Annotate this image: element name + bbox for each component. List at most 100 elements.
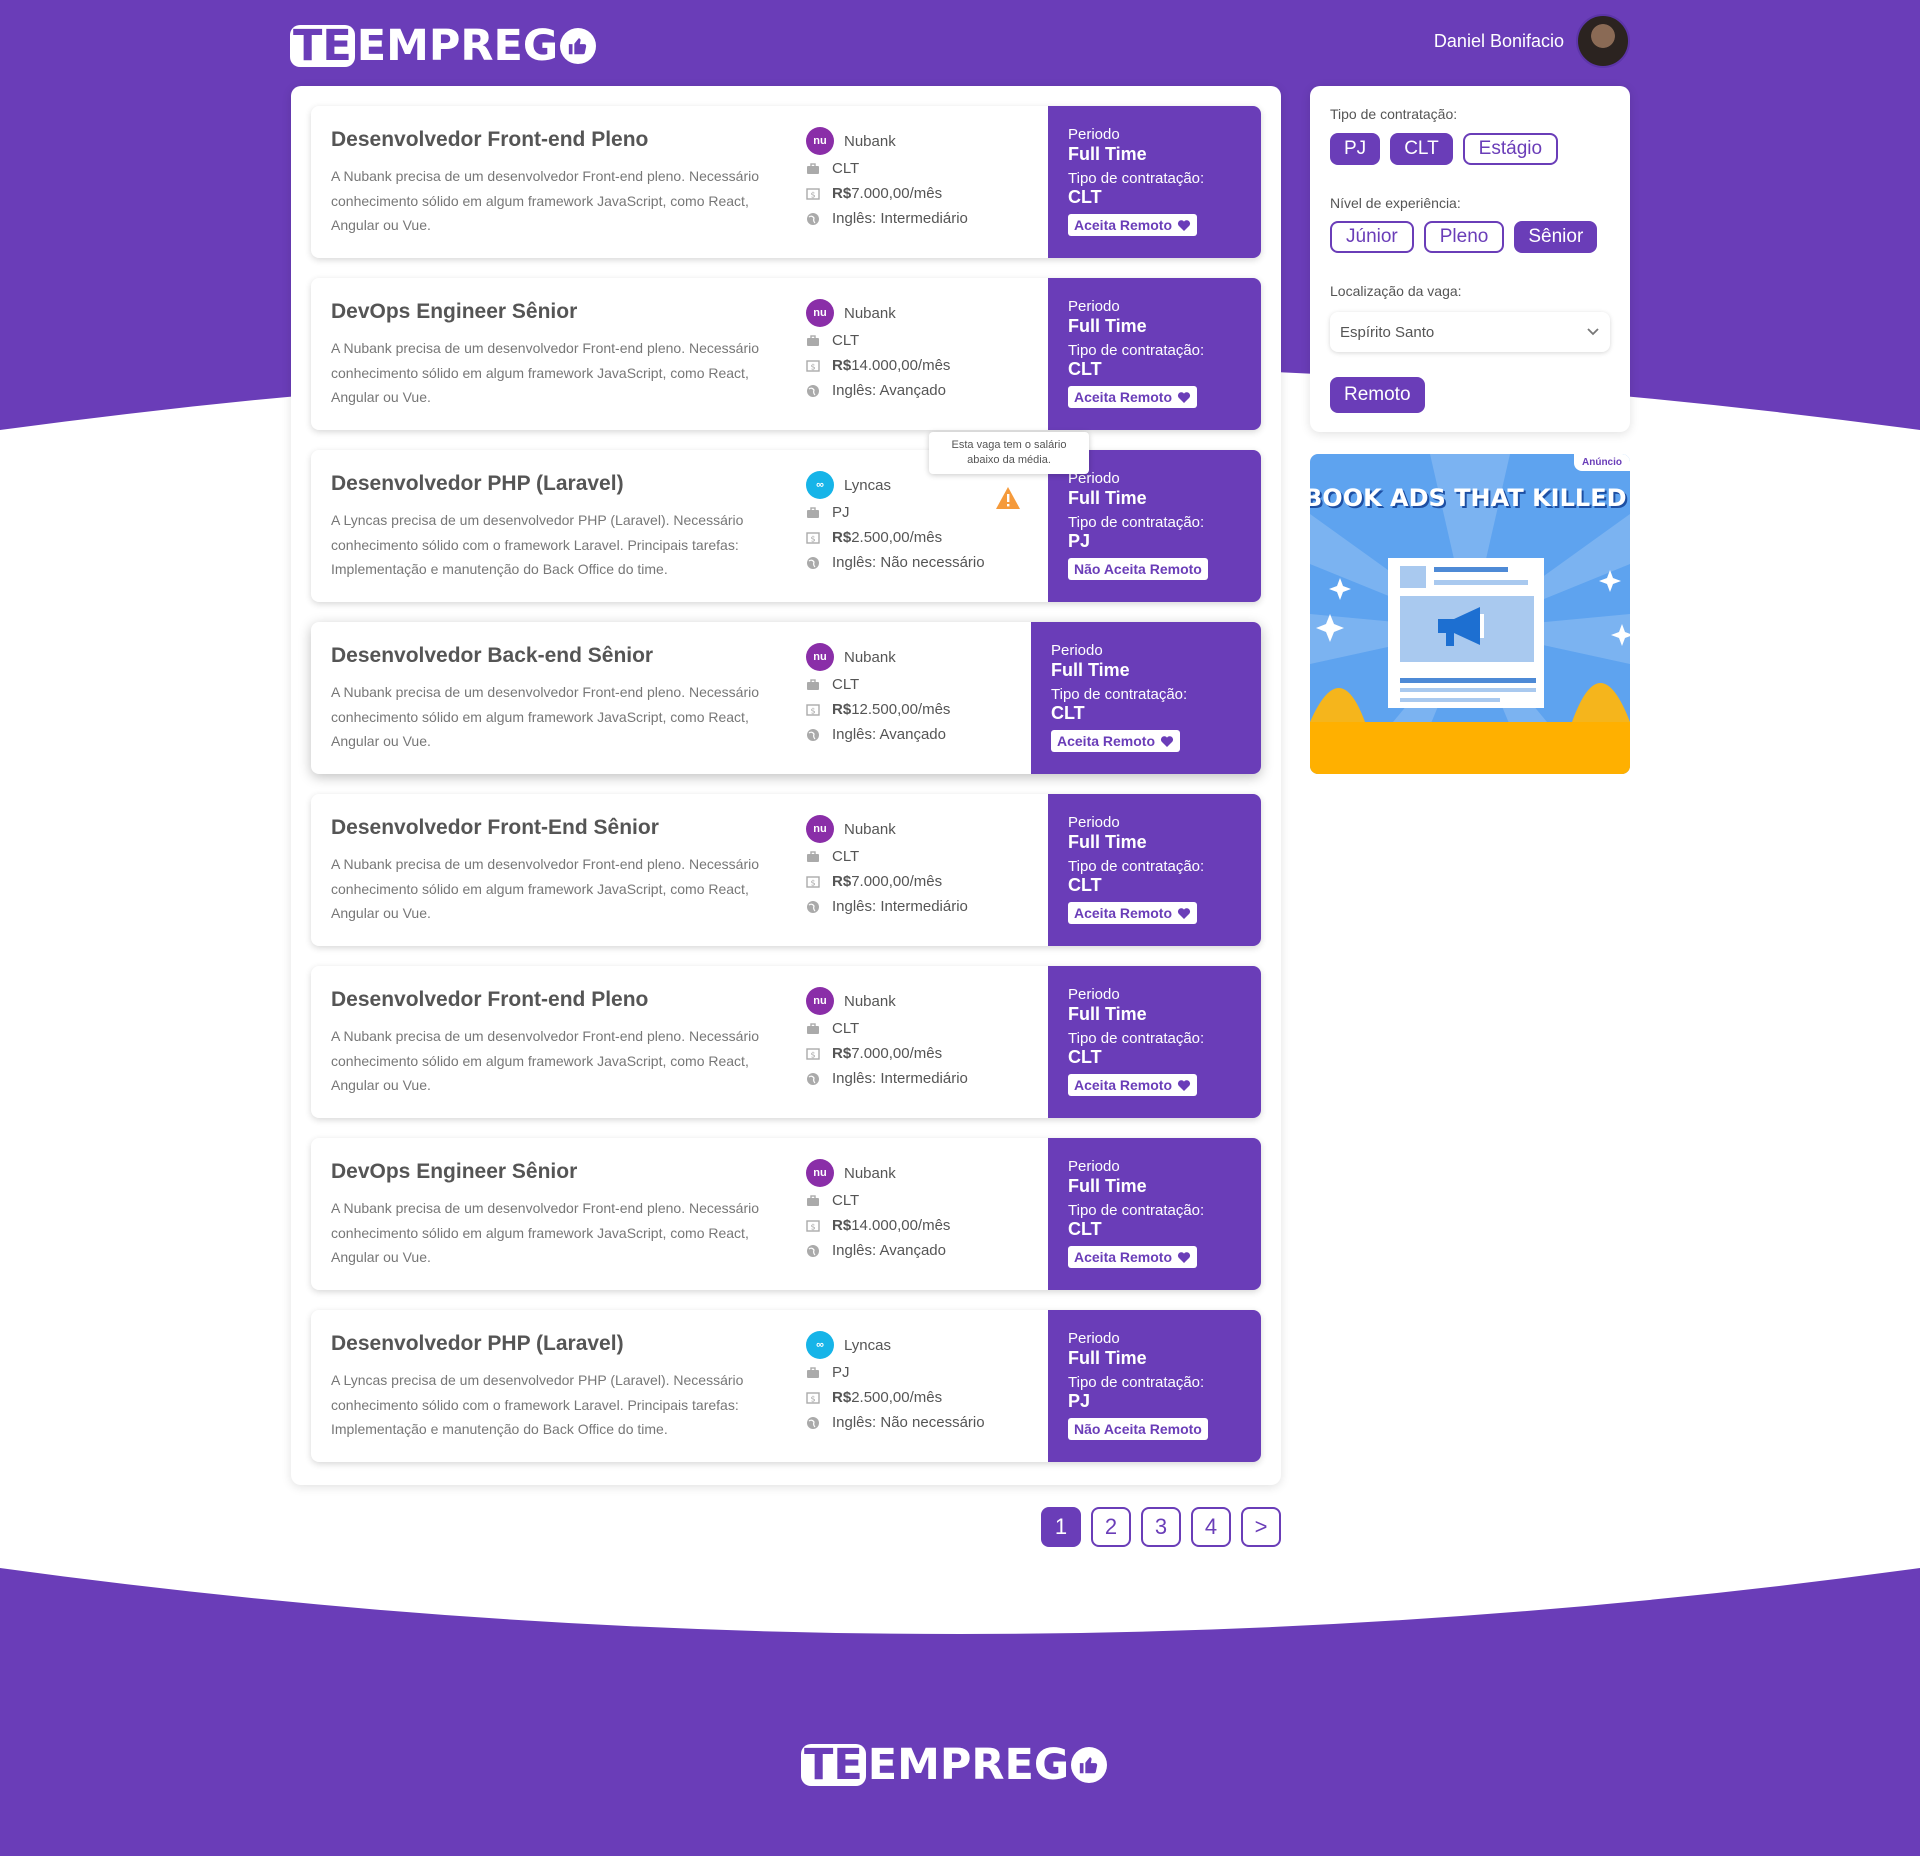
period-value: Full Time	[1051, 660, 1130, 680]
company-name: Nubank	[844, 992, 896, 1010]
english-level-value: Inglês: Não necessário	[832, 1414, 985, 1431]
job-card[interactable]: Desenvolvedor PHP (Laravel) A Lyncas prec…	[311, 1310, 1261, 1462]
contract-type: PJ	[806, 1360, 1056, 1385]
job-card[interactable]: DevOps Engineer Sênior A Nubank precisa d…	[311, 1138, 1261, 1290]
job-card[interactable]: Desenvolvedor Front-End Sênior A Nubank p…	[311, 794, 1261, 946]
contract-type: CLT	[806, 672, 1056, 697]
english-level-value: Inglês: Intermediário	[832, 1070, 968, 1087]
contract-label: Tipo de contratação:	[1068, 170, 1205, 187]
filter-chip-junior[interactable]: Júnior	[1330, 221, 1414, 253]
nubank-logo-icon: nu	[806, 127, 834, 155]
company: nu Nubank	[806, 1158, 1056, 1188]
globe-icon	[806, 556, 820, 570]
level-filter-options: Júnior Pleno Sênior	[1330, 221, 1598, 253]
globe-icon	[806, 728, 820, 742]
period-label: Periodo	[1068, 126, 1120, 143]
heart-icon	[1177, 1251, 1191, 1264]
nubank-logo-icon: nu	[806, 1159, 834, 1187]
ad-headline: BOOK ADS THAT KILLED IT IN	[1310, 484, 1630, 512]
tooltip-line-1: Esta vaga tem o salário	[951, 439, 1067, 451]
job-title[interactable]: Desenvolvedor PHP (Laravel)	[331, 1332, 624, 1356]
ad-banner[interactable]: Anúncio BOOK ADS THAT KILLED IT IN	[1310, 454, 1630, 774]
job-card[interactable]: Desenvolvedor PHP (Laravel) A Lyncas prec…	[311, 450, 1261, 602]
contract-type-value: PJ	[832, 1364, 850, 1381]
money-icon: $	[806, 703, 820, 717]
footer-logo[interactable]: TE EMPREG	[801, 1740, 1108, 1790]
filter-chip-pleno[interactable]: Pleno	[1423, 221, 1505, 253]
english-level: Inglês: Não necessário	[806, 1410, 1056, 1435]
period-value: Full Time	[1068, 832, 1147, 852]
job-title[interactable]: Desenvolvedor Front-end Pleno	[331, 988, 648, 1012]
svg-text:$: $	[810, 1222, 815, 1231]
salary-warning-tooltip: Esta vaga tem o salário abaixo da média.	[929, 432, 1089, 474]
location-select[interactable]: Espírito Santo	[1330, 312, 1610, 352]
money-icon: $	[806, 531, 820, 545]
filter-chip-estagio[interactable]: Estágio	[1462, 133, 1559, 165]
chevron-down-icon	[1587, 328, 1599, 336]
job-title[interactable]: Desenvolvedor PHP (Laravel)	[331, 472, 624, 496]
job-title[interactable]: Desenvolvedor Back-end Sênior	[331, 644, 653, 668]
globe-icon	[806, 212, 820, 226]
job-meta: nu Nubank CLT $ R$ 12.500,00/mês Inglês: Avanç…	[806, 642, 1056, 747]
remote-badge-label: Aceita Remoto	[1074, 217, 1173, 233]
page-button-2[interactable]: 2	[1091, 1507, 1131, 1547]
salary-prefix: R$	[832, 1217, 852, 1234]
filter-chip-senior[interactable]: Sênior	[1514, 221, 1598, 253]
remote-badge-label: Aceita Remoto	[1074, 905, 1173, 921]
period-value: Full Time	[1068, 1004, 1147, 1024]
remote-filter-button[interactable]: Remoto	[1330, 377, 1425, 413]
nubank-logo-icon: nu	[806, 299, 834, 327]
job-card[interactable]: Desenvolvedor Back-end Sênior A Nubank pr…	[311, 622, 1261, 774]
page-button-3[interactable]: 3	[1141, 1507, 1181, 1547]
salary-value: 7.000,00/mês	[851, 185, 943, 202]
job-title[interactable]: DevOps Engineer Sênior	[331, 1160, 577, 1184]
user-menu[interactable]: Daniel Bonifacio	[1434, 14, 1630, 68]
footer-logo-te: TE	[801, 1744, 866, 1787]
salary-prefix: R$	[832, 529, 852, 546]
job-title[interactable]: DevOps Engineer Sênior	[331, 300, 577, 324]
warning-icon[interactable]	[995, 486, 1021, 510]
job-description: A Nubank precisa de um desenvolvedor Fro…	[331, 1028, 760, 1093]
filter-panel: Tipo de contratação: PJ CLT Estágio Níve…	[1310, 86, 1630, 432]
page-button-4[interactable]: 4	[1191, 1507, 1231, 1547]
job-summary-panel: Periodo Full Time Tipo de contratação: CLT A…	[1048, 966, 1261, 1118]
page-button-1[interactable]: 1	[1041, 1507, 1081, 1547]
company: nu Nubank	[806, 642, 1056, 672]
english-level: Inglês: Avançado	[806, 1238, 1056, 1263]
contract-value: CLT	[1051, 703, 1085, 723]
logo-text: EMPREG	[356, 21, 559, 71]
lyncas-logo-icon: ∞	[806, 471, 834, 499]
job-card[interactable]: Desenvolvedor Front-end Pleno A Nubank pr…	[311, 966, 1261, 1118]
filter-chip-pj[interactable]: PJ	[1330, 133, 1381, 165]
location-select-value: Espírito Santo	[1340, 323, 1435, 341]
next-page-button[interactable]: >	[1241, 1507, 1281, 1547]
company-name: Nubank	[844, 1164, 896, 1182]
job-summary-panel: Periodo Full Time Tipo de contratação: CLT A…	[1048, 278, 1261, 430]
job-meta: nu Nubank CLT $ R$ 7.000,00/mês Inglês: Interm…	[806, 986, 1056, 1091]
contract-filter-label: Tipo de contratação:	[1330, 106, 1458, 122]
remote-badge: Aceita Remoto	[1068, 902, 1198, 924]
salary-prefix: R$	[832, 701, 852, 718]
job-title[interactable]: Desenvolvedor Front-end Pleno	[331, 128, 648, 152]
contract-type-value: PJ	[832, 504, 850, 521]
english-level-value: Inglês: Avançado	[832, 726, 946, 743]
job-title[interactable]: Desenvolvedor Front-End Sênior	[331, 816, 659, 840]
site-logo[interactable]: TE EMPREG	[290, 21, 597, 71]
contract-value: CLT	[1068, 359, 1102, 379]
job-card[interactable]: DevOps Engineer Sênior A Nubank precisa d…	[311, 278, 1261, 430]
heart-icon	[1177, 907, 1191, 920]
company-name: Lyncas	[844, 476, 891, 494]
job-summary-panel: Periodo Full Time Tipo de contratação: CLT A…	[1048, 1138, 1261, 1290]
remote-badge: Aceita Remoto	[1068, 1246, 1198, 1268]
filter-chip-clt[interactable]: CLT	[1390, 133, 1453, 165]
period-value: Full Time	[1068, 488, 1147, 508]
nubank-logo-icon: nu	[806, 643, 834, 671]
job-card[interactable]: Desenvolvedor Front-end Pleno A Nubank pr…	[311, 106, 1261, 258]
nubank-logo-icon: nu	[806, 987, 834, 1015]
job-list-panel: Desenvolvedor Front-end Pleno A Nubank pr…	[291, 86, 1281, 1485]
avatar[interactable]	[1576, 14, 1630, 68]
job-description: A Lyncas precisa de um desenvolvedor PHP…	[331, 1372, 744, 1437]
job-description: A Lyncas precisa de um desenvolvedor PHP…	[331, 512, 744, 577]
remote-badge: Aceita Remoto	[1068, 214, 1198, 236]
job-summary-panel: Periodo Full Time Tipo de contratação: CLT A…	[1048, 106, 1261, 258]
